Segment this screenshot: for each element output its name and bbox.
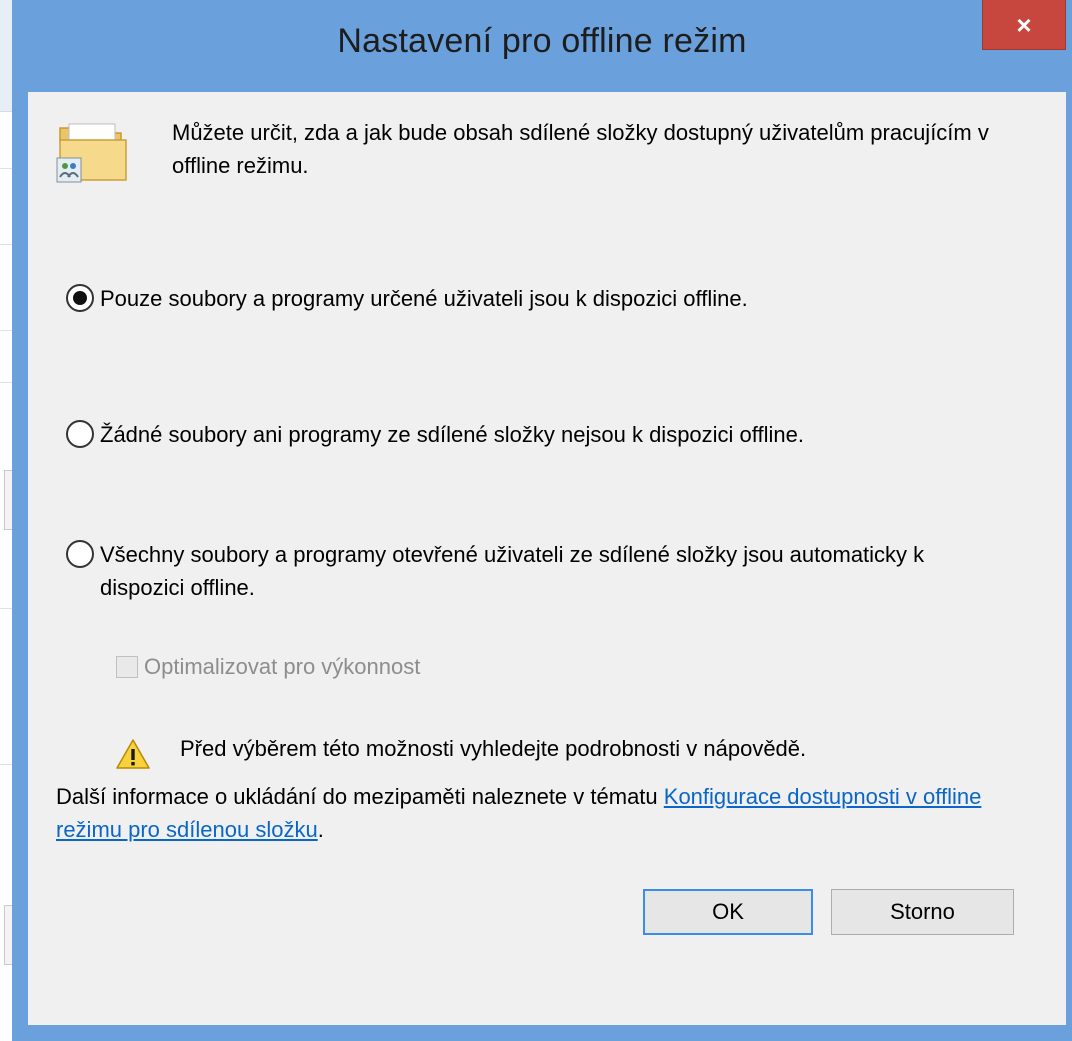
option-label: Žádné soubory ani programy ze sdílené sl… xyxy=(100,422,804,447)
warning-text: Před výběrem této možnosti vyhledejte po… xyxy=(180,736,807,761)
option-label: Všechny soubory a programy otevřené uživ… xyxy=(100,542,925,600)
warning-icon xyxy=(116,739,150,769)
ok-button[interactable]: OK xyxy=(643,889,813,935)
more-info-prefix: Další informace o ukládání do mezipaměti… xyxy=(56,784,664,809)
more-info-text: Další informace o ukládání do mezipaměti… xyxy=(56,780,1046,846)
close-button[interactable]: × xyxy=(982,0,1066,50)
cancel-button[interactable]: Storno xyxy=(831,889,1014,935)
optimize-performance-checkbox xyxy=(116,656,138,678)
radio-button-user-selected[interactable] xyxy=(66,284,94,312)
intro-description: Můžete určit, zda a jak bude obsah sdíle… xyxy=(172,120,989,178)
dialog-content: Můžete určit, zda a jak bude obsah sdíle… xyxy=(28,92,1066,1025)
warning-row: Před výběrem této možnosti vyhledejte po… xyxy=(116,732,806,770)
radio-button-no-files[interactable] xyxy=(66,420,94,448)
offline-settings-dialog: Nastavení pro offline režim × Můžete urč… xyxy=(12,0,1072,1041)
radio-selected-dot xyxy=(73,291,87,305)
radio-button-all-files[interactable] xyxy=(66,540,94,568)
optimize-performance-label: Optimalizovat pro výkonnost xyxy=(144,654,421,679)
shared-folder-icon xyxy=(56,123,127,183)
option-user-selected-files[interactable]: Pouze soubory a programy určené uživatel… xyxy=(66,282,980,315)
more-info-suffix: . xyxy=(317,817,324,842)
option-all-files-automatic[interactable]: Všechny soubory a programy otevřené uživ… xyxy=(66,538,980,604)
option-no-files-offline[interactable]: Žádné soubory ani programy ze sdílené sl… xyxy=(66,418,980,451)
optimize-performance-row: Optimalizovat pro výkonnost xyxy=(116,654,420,680)
option-label: Pouze soubory a programy určené uživatel… xyxy=(100,286,748,311)
close-icon: × xyxy=(1016,9,1032,40)
title-bar[interactable]: Nastavení pro offline režim × xyxy=(12,0,1072,92)
dialog-title: Nastavení pro offline režim xyxy=(337,22,747,60)
